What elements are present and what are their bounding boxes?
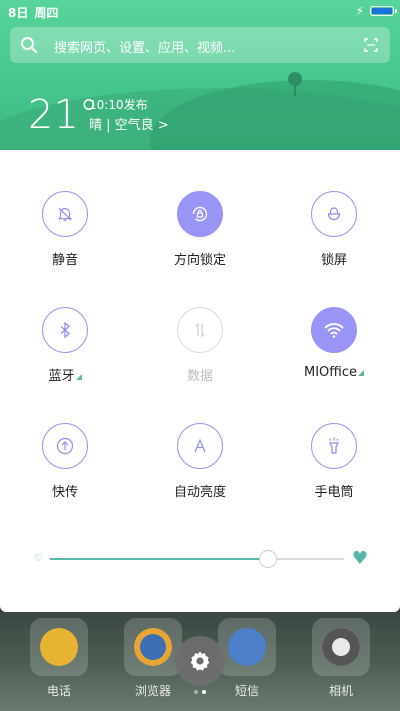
brightness-fill [50,558,268,560]
toggle-label: 静音 [51,253,78,268]
toggle-mute[interactable]: 静音 [5,191,125,268]
app-label: 电话 [46,684,71,698]
toggle-rotation-lock[interactable]: 方向锁定 [140,191,260,268]
bell-off-icon [42,191,88,237]
battery-icon [370,6,397,16]
toggle-label: 手电筒 [314,485,354,500]
search-input[interactable]: 搜索网页、设置、应用、视频... [54,37,235,56]
status-bar: 8日 周四 ⚡ [0,0,400,22]
dock-app-browser[interactable]: 浏览器 [123,618,183,699]
page-indicator [194,690,208,694]
lock-icon [311,191,357,237]
brightness-high-icon: ♥ [351,548,368,569]
search-icon [21,37,37,53]
toggle-lock-screen[interactable]: 锁屏 [274,191,394,268]
toggle-label: 自动亮度 [173,485,226,500]
toggle-label: 锁屏 [320,253,347,268]
brightness-low-icon: ♡ [34,553,43,564]
expand-corner-icon [75,374,82,380]
toggle-mobile-data[interactable]: 数据 [140,307,260,384]
browser-icon [134,628,172,666]
app-label: 浏览器 [134,684,171,698]
toggle-bluetooth[interactable]: 蓝牙 [5,307,125,384]
brightness-slider[interactable]: ♡ ♥ [30,547,370,571]
expand-corner-icon [358,370,364,376]
charging-icon: ⚡ [355,4,364,18]
notification-header: 8日 周四 ⚡ 搜索网页、设置、应用、视频... 21° 10:10发布 晴 | … [0,0,400,150]
weekday-text: 周四 [34,6,59,20]
toggle-auto-brightness[interactable]: 自动亮度 [140,423,260,500]
weather-publish-time: 10:10发布 [89,98,148,112]
tree-decoration [288,72,302,86]
messages-icon [228,628,266,666]
quick-settings-panel: 静音 方向锁定 锁屏 蓝牙 数据 MIOffice 快传 自动亮度 手电筒 ♡ … [0,150,400,612]
brightness-thumb[interactable] [258,550,277,568]
quick-share-icon [42,423,88,469]
app-label: 短信 [234,684,259,698]
flashlight-icon [311,423,357,469]
bluetooth-icon [42,307,88,353]
scan-icon[interactable] [364,38,378,52]
wifi-icon [311,307,357,353]
wifi-label: MIOffice [304,365,357,380]
camera-icon [322,628,360,666]
gear-icon [190,651,210,671]
rotation-lock-icon [177,191,223,237]
toggle-quick-share[interactable]: 快传 [5,423,125,500]
auto-brightness-icon [177,423,223,469]
toggle-label: 方向锁定 [173,253,226,268]
mobile-data-icon [177,307,223,353]
toggle-label: 数据 [186,369,213,384]
dock-app-messages[interactable]: 短信 [217,618,277,699]
weather-condition[interactable]: 晴 | 空气良 > [89,114,169,133]
toggle-flashlight[interactable]: 手电筒 [274,423,394,500]
toggle-wifi[interactable]: MIOffice [274,307,394,380]
date-text: 8日 [8,6,29,20]
app-label: 相机 [328,684,353,698]
dock-app-camera[interactable]: 相机 [311,618,371,699]
search-bar[interactable]: 搜索网页、设置、应用、视频... [10,27,390,63]
status-date: 8日 周四 [8,4,58,21]
dock-app-phone[interactable]: 电话 [29,618,89,699]
settings-button[interactable] [175,636,225,686]
tree-trunk-decoration [294,86,296,96]
bluetooth-label: 蓝牙 [48,369,75,384]
phone-icon [40,628,78,666]
toggle-label: 快传 [51,485,78,500]
toggle-label: 蓝牙 [5,365,125,384]
toggle-label: MIOffice [274,365,394,380]
